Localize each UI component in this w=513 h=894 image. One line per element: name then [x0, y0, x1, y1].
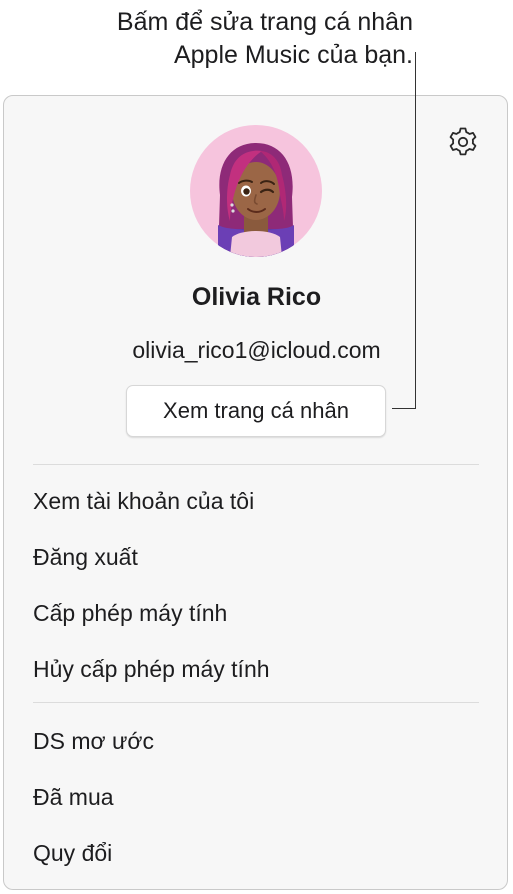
menu-item-purchased[interactable]: Đã mua [33, 782, 114, 812]
memoji-avatar [190, 125, 322, 257]
callout-annotation: Bấm để sửa trang cá nhân Apple Music của… [33, 6, 413, 72]
view-profile-button[interactable]: Xem trang cá nhân [126, 385, 386, 437]
account-name: Olivia Rico [191, 283, 322, 311]
account-email: olivia_rico1@icloud.com [132, 337, 381, 363]
callout-line-1: Bấm để sửa trang cá nhân [116, 8, 413, 36]
menu-item-authorize-computer[interactable]: Cấp phép máy tính [33, 598, 227, 628]
menu-item-deauthorize-computer[interactable]: Hủy cấp phép máy tính [33, 654, 270, 684]
menu-divider [33, 702, 479, 703]
menu-item-sign-out[interactable]: Đăng xuất [33, 542, 138, 572]
gear-icon[interactable] [445, 124, 481, 160]
menu-item-view-account[interactable]: Xem tài khoản của tôi [33, 486, 254, 516]
menu-item-wish-list[interactable]: DS mơ ước [33, 726, 154, 756]
menu-divider [33, 464, 479, 465]
menu-item-redeem[interactable]: Quy đổi [33, 838, 112, 868]
callout-line-2: Apple Music của bạn. [173, 41, 413, 69]
